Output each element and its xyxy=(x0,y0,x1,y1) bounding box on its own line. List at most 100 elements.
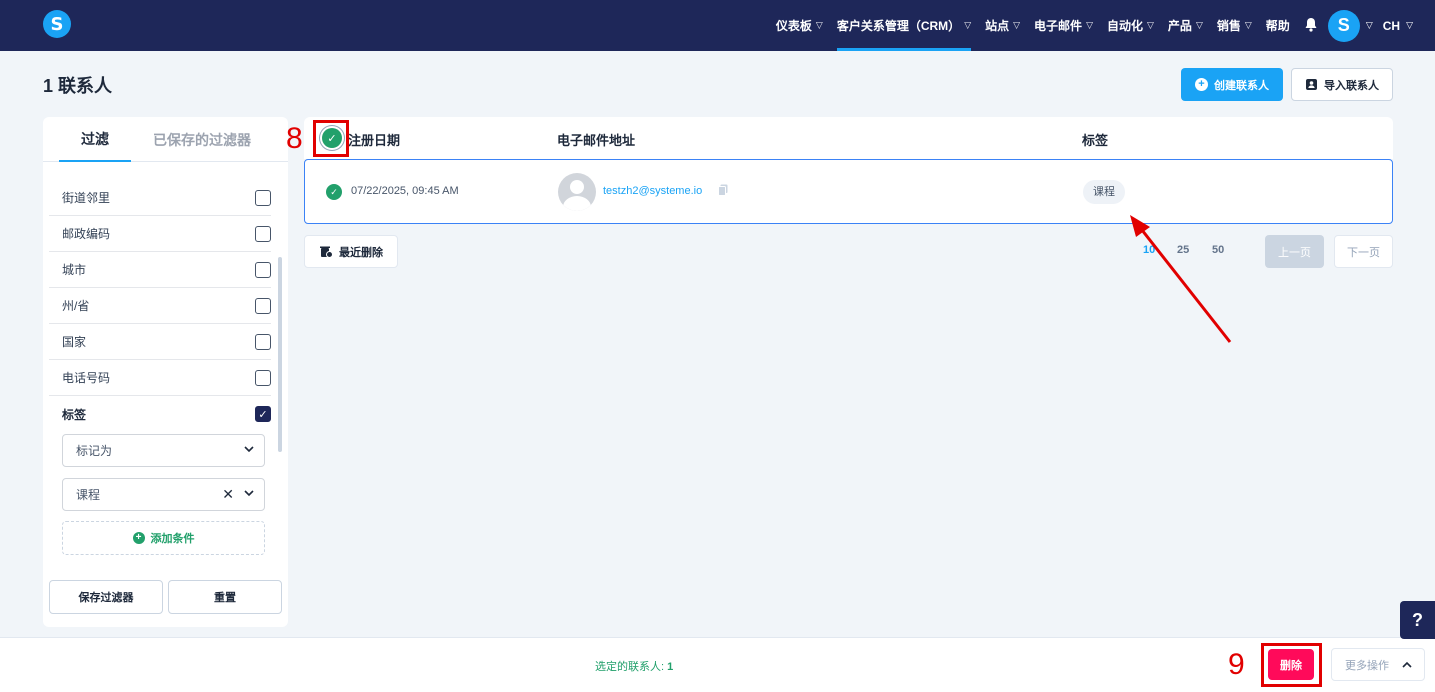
column-header-tags[interactable]: 标签 xyxy=(1082,130,1108,149)
nav-label: 站点 xyxy=(985,19,1010,33)
column-header-email[interactable]: 电子邮件地址 xyxy=(557,130,635,149)
row-checkbox[interactable]: ✓ xyxy=(326,184,342,200)
user-avatar[interactable]: S xyxy=(1327,9,1360,42)
reset-button[interactable]: 重置 xyxy=(168,580,282,614)
tag-value: 课程 xyxy=(76,488,101,502)
nav-help[interactable]: 帮助 xyxy=(1266,0,1290,51)
chevron-down-icon: ▽ xyxy=(1013,20,1021,30)
clear-icon[interactable]: ✕ xyxy=(222,486,234,503)
nav-crm[interactable]: 客户关系管理（CRM） ▽ xyxy=(836,0,972,51)
top-navigation-bar: S 仪表板 ▽ 客户关系管理（CRM） ▽ 站点 ▽ 电子邮件 ▽ 自动化 ▽ 产品 ▽ 销… xyxy=(0,0,1435,51)
nav-sales[interactable]: 销售 ▽ xyxy=(1217,0,1252,51)
contacts-table-header: 注册日期 电子邮件地址 标签 xyxy=(304,117,1393,159)
filter-checkbox[interactable] xyxy=(255,333,271,350)
recently-deleted-button[interactable]: 最近删除 xyxy=(304,235,398,268)
row-date: 07/22/2025, 09:45 AM xyxy=(351,185,459,197)
chevron-down-icon: ▽ xyxy=(1086,20,1093,30)
save-filter-button[interactable]: 保存过滤器 xyxy=(49,580,163,614)
more-actions-button[interactable]: 更多操作 xyxy=(1331,648,1425,681)
copy-icon[interactable] xyxy=(718,184,728,196)
filter-checkbox[interactable] xyxy=(255,261,271,278)
plus-icon: + xyxy=(1195,78,1208,91)
chevron-down-icon xyxy=(244,490,254,497)
app-logo[interactable]: S xyxy=(43,10,71,38)
selected-contacts-count: 选定的联系人: 1 xyxy=(595,658,673,674)
help-button[interactable]: ? xyxy=(1400,601,1435,639)
more-actions-label: 更多操作 xyxy=(1345,659,1389,672)
filter-label: 标签 xyxy=(62,407,87,422)
filter-item-postal-code[interactable]: 邮政编码 xyxy=(49,216,271,252)
filter-checkbox[interactable] xyxy=(255,369,271,386)
next-page-button[interactable]: 下一页 xyxy=(1334,235,1393,268)
tag-value-select[interactable]: 课程 ✕ xyxy=(62,478,265,511)
filter-checkbox[interactable] xyxy=(255,189,271,206)
avatar xyxy=(558,173,596,211)
nav-label: 帮助 xyxy=(1265,19,1290,33)
avatar-body xyxy=(563,196,591,211)
nav-label: 产品 xyxy=(1167,19,1192,33)
import-contact-button[interactable]: 导入联系人 xyxy=(1291,68,1393,101)
filter-label: 城市 xyxy=(62,263,87,277)
trash-icon xyxy=(320,246,333,258)
filter-label: 街道邻里 xyxy=(62,191,111,205)
bulk-action-bar: 选定的联系人: 1 删除 更多操作 xyxy=(0,637,1435,692)
nav-label: 电子邮件 xyxy=(1034,19,1083,33)
avatar-head xyxy=(570,180,584,194)
nav-automation[interactable]: 自动化 ▽ xyxy=(1107,0,1154,51)
language-label: CH xyxy=(1382,18,1401,33)
chevron-down-icon: ▽ xyxy=(1365,20,1373,30)
create-contact-label: 创建联系人 xyxy=(1214,79,1269,92)
filter-item-country[interactable]: 国家 xyxy=(49,324,271,360)
filter-list: 街道邻里 邮政编码 城市 州/省 国家 电话号码 标签 ✓ xyxy=(49,180,271,432)
annotation-arrow xyxy=(1130,215,1232,343)
create-contact-button[interactable]: + 创建联系人 xyxy=(1181,68,1283,101)
chevron-down-icon: ▽ xyxy=(815,20,823,30)
filter-label: 电话号码 xyxy=(62,371,111,385)
import-contact-label: 导入联系人 xyxy=(1324,79,1379,92)
tag-condition-value: 标记为 xyxy=(76,444,113,458)
selected-label: 选定的联系人: xyxy=(595,661,665,673)
contact-card-icon xyxy=(1306,79,1317,90)
filter-checkbox[interactable] xyxy=(255,225,271,242)
column-header-date[interactable]: 注册日期 xyxy=(348,130,400,149)
filter-item-state[interactable]: 州/省 xyxy=(49,288,271,324)
sidebar-scrollbar[interactable] xyxy=(278,257,282,452)
filter-label: 邮政编码 xyxy=(62,227,111,241)
nav-email[interactable]: 电子邮件 ▽ xyxy=(1034,0,1093,51)
filter-item-city[interactable]: 城市 xyxy=(49,252,271,288)
filter-item-tags[interactable]: 标签 ✓ xyxy=(49,396,271,432)
add-condition-label: 添加条件 xyxy=(150,533,195,545)
tag-condition-select[interactable]: 标记为 xyxy=(62,434,265,467)
bell-icon[interactable] xyxy=(1304,17,1318,35)
chevron-down-icon: ▽ xyxy=(1195,20,1203,30)
chevron-down-icon: ▽ xyxy=(964,20,972,30)
selected-number: 1 xyxy=(667,661,674,673)
nav-label: 仪表板 xyxy=(775,19,812,33)
filter-checkbox[interactable] xyxy=(255,297,271,314)
annotation-box-9 xyxy=(1261,643,1322,687)
main-nav: 仪表板 ▽ 客户关系管理（CRM） ▽ 站点 ▽ 电子邮件 ▽ 自动化 ▽ 产品 ▽ 销售 ▽… xyxy=(776,0,1435,51)
filter-sidebar: 过滤 已保存的过滤器 街道邻里 邮政编码 城市 州/省 国家 电话号码 标签 ✓ … xyxy=(43,117,288,627)
filter-label: 州/省 xyxy=(62,299,90,313)
annotation-step-9: 9 xyxy=(1228,648,1245,681)
page-title: 1 联系人 xyxy=(43,76,113,96)
nav-sites[interactable]: 站点 ▽ xyxy=(985,0,1020,51)
nav-dashboard[interactable]: 仪表板 ▽ xyxy=(776,0,823,51)
nav-products[interactable]: 产品 ▽ xyxy=(1168,0,1203,51)
plus-icon: + xyxy=(132,532,145,544)
chevron-down-icon: ▽ xyxy=(1406,20,1413,30)
tab-filter[interactable]: 过滤 xyxy=(59,117,131,162)
row-email[interactable]: testzh2@systeme.io xyxy=(603,185,702,197)
annotation-step-8: 8 xyxy=(286,122,303,155)
filter-item-phone[interactable]: 电话号码 xyxy=(49,360,271,396)
nav-label: 客户关系管理（CRM） xyxy=(836,19,961,33)
filter-item-neighborhood[interactable]: 街道邻里 xyxy=(49,180,271,216)
tab-saved-filters[interactable]: 已保存的过滤器 xyxy=(153,117,251,162)
prev-page-button[interactable]: 上一页 xyxy=(1265,235,1324,268)
language-selector[interactable]: ▽ CH ▽ xyxy=(1366,19,1413,33)
add-condition-button[interactable]: + 添加条件 xyxy=(62,521,265,555)
nav-label: 自动化 xyxy=(1106,19,1143,33)
recently-deleted-label: 最近删除 xyxy=(339,246,383,259)
chevron-down-icon: ▽ xyxy=(1147,20,1154,30)
checkmark-icon[interactable]: ✓ xyxy=(255,406,271,422)
